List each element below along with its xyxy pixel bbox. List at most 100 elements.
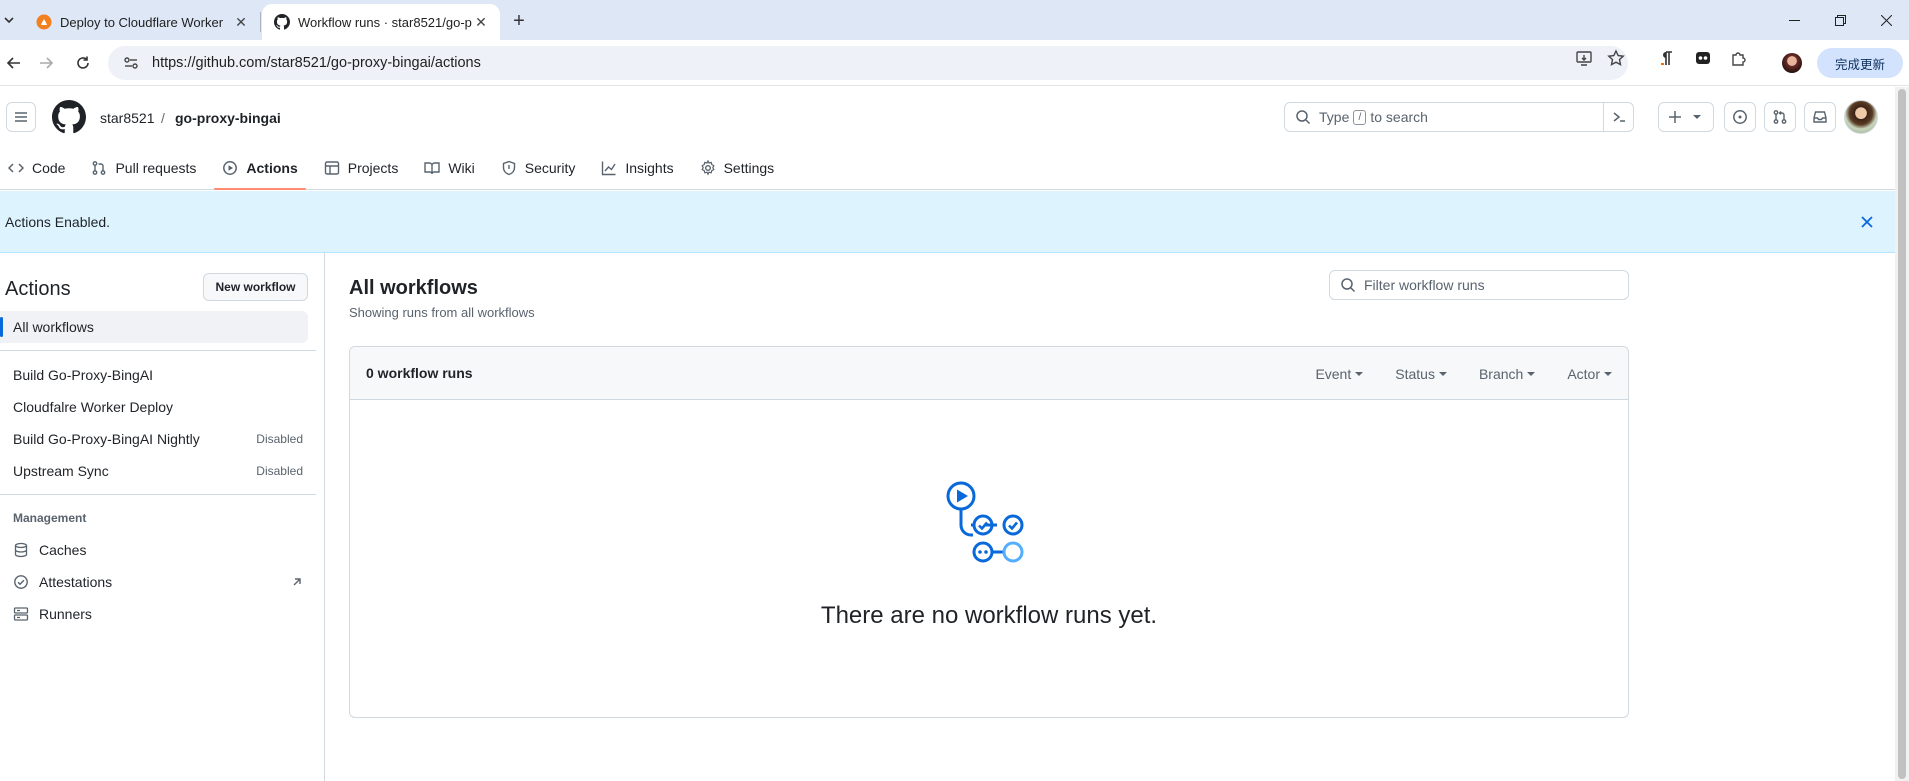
issues-button[interactable] [1724, 102, 1756, 132]
sidebar-divider [0, 494, 316, 495]
book-icon [424, 160, 441, 176]
management-label: Caches [39, 542, 87, 558]
global-search-input[interactable]: Type / to search [1284, 102, 1634, 132]
menu-hamburger-icon[interactable] [6, 102, 36, 132]
tab-search-chevron-icon[interactable] [0, 10, 18, 30]
tab-label: Wiki [448, 159, 475, 176]
github-logo-icon[interactable] [52, 100, 86, 134]
extensions-puzzle-icon[interactable] [1728, 47, 1750, 69]
sidebar-divider [0, 350, 316, 351]
management-label: Runners [39, 606, 92, 622]
caret-down-icon [1527, 371, 1536, 376]
close-tab-icon[interactable]: ✕ [232, 13, 250, 31]
runs-header: 0 workflow runs Event Status Branch Acto… [350, 347, 1628, 400]
close-icon[interactable] [1856, 211, 1878, 233]
sidebar-item-workflow[interactable]: Cloudfalre Worker Deploy [13, 392, 303, 422]
browser-toolbar: https://github.com/star8521/go-proxy-bin… [0, 40, 1909, 86]
sidebar-item-workflow[interactable]: Build Go-Proxy-BingAI [13, 360, 303, 390]
workflow-runs-panel: 0 workflow runs Event Status Branch Acto… [349, 346, 1629, 718]
server-icon [13, 606, 29, 622]
reload-icon[interactable] [69, 49, 97, 77]
browser-profile-avatar[interactable] [1782, 53, 1802, 73]
scrollbar-thumb[interactable] [1898, 89, 1906, 779]
tab-separator [260, 12, 261, 32]
sidebar-item-caches[interactable]: Caches [13, 535, 303, 565]
sidebar-item-workflow[interactable]: Upstream Sync Disabled [13, 456, 303, 486]
filter-label: Actor [1567, 365, 1600, 382]
workflow-name: Upstream Sync [13, 463, 109, 479]
filter-workflow-runs-input[interactable]: Filter workflow runs [1329, 270, 1629, 300]
minimize-window-icon[interactable] [1771, 0, 1817, 40]
workflow-name: Build Go-Proxy-BingAI Nightly [13, 431, 200, 447]
tab-actions[interactable]: Actions [214, 145, 307, 190]
tab-insights[interactable]: Insights [593, 145, 681, 190]
cloudflare-favicon-icon [36, 14, 52, 30]
forward-arrow-icon[interactable] [32, 49, 60, 77]
page-scrollbar[interactable] [1895, 87, 1909, 781]
pilcrow-extension-icon[interactable] [1656, 47, 1678, 69]
repo-name-link[interactable]: go-proxy-bingai [175, 110, 281, 126]
repo-nav: Code Pull requests Actions Projects Wiki… [0, 145, 792, 190]
pull-requests-button[interactable] [1764, 102, 1796, 132]
empty-state: There are no workflow runs yet. [350, 400, 1628, 717]
extension-app-icon[interactable] [1692, 47, 1714, 69]
address-bar[interactable]: https://github.com/star8521/go-proxy-bin… [108, 46, 1628, 80]
inbox-button[interactable] [1804, 102, 1836, 132]
branch-filter-dropdown[interactable]: Branch [1479, 366, 1536, 382]
filter-label: Event [1315, 365, 1352, 382]
status-filter-dropdown[interactable]: Status [1395, 366, 1447, 382]
search-icon [1295, 109, 1311, 125]
empty-state-message: There are no workflow runs yet. [820, 602, 1158, 629]
new-tab-plus-icon[interactable]: + [508, 10, 530, 32]
disabled-badge: Disabled [256, 432, 303, 446]
flash-banner: Actions Enabled. [0, 191, 1895, 253]
create-new-button[interactable] [1658, 102, 1714, 132]
tab-pull-requests[interactable]: Pull requests [83, 145, 204, 190]
github-header: star8521 / go-proxy-bingai Type / to sea… [0, 87, 1895, 190]
graph-icon [601, 160, 617, 176]
git-pull-request-icon [1773, 110, 1787, 124]
caret-down-icon [1438, 371, 1447, 376]
sidebar-item-workflow[interactable]: Build Go-Proxy-BingAI Nightly Disabled [13, 424, 303, 454]
disabled-badge: Disabled [256, 464, 303, 478]
actor-filter-dropdown[interactable]: Actor [1567, 366, 1612, 382]
tab-settings[interactable]: Settings [692, 145, 783, 190]
site-settings-icon[interactable] [116, 55, 146, 71]
workflow-graph-icon [945, 480, 1029, 564]
command-palette-icon[interactable] [1603, 103, 1633, 131]
tab-projects[interactable]: Projects [316, 145, 407, 190]
tab-code[interactable]: Code [0, 145, 73, 190]
browser-tab-deploy[interactable]: Deploy to Cloudflare Worker ✕ [24, 4, 260, 40]
bookmark-star-icon[interactable] [1605, 47, 1627, 69]
plus-icon [1669, 111, 1681, 123]
restore-window-icon[interactable] [1817, 0, 1863, 40]
install-app-icon[interactable] [1573, 47, 1595, 69]
sidebar-item-runners[interactable]: Runners [13, 599, 303, 629]
github-favicon-icon [274, 14, 290, 30]
breadcrumb-separator: / [161, 110, 165, 126]
tab-security[interactable]: Security [493, 145, 584, 190]
close-tab-icon[interactable]: ✕ [472, 13, 490, 31]
sidebar-title: Actions [5, 278, 71, 300]
sidebar-item-attestations[interactable]: Attestations [13, 567, 303, 597]
event-filter-dropdown[interactable]: Event [1315, 365, 1364, 382]
close-window-icon[interactable] [1863, 0, 1909, 40]
user-avatar[interactable] [1844, 100, 1878, 134]
tab-label: Projects [347, 159, 399, 176]
repo-owner-link[interactable]: star8521 [100, 110, 154, 126]
tab-wiki[interactable]: Wiki [416, 145, 482, 190]
browser-tab-workflow-runs[interactable]: Workflow runs · star8521/go-proxy-bingai… [262, 4, 500, 40]
tab-label: Code [32, 159, 66, 176]
page-subtitle: Showing runs from all workflows [349, 305, 535, 320]
sidebar-item-all-workflows[interactable]: All workflows [0, 311, 308, 343]
tab-label: Insights [625, 159, 674, 176]
external-link-arrow-icon [291, 576, 303, 588]
search-placeholder-suffix: to search [1370, 109, 1428, 125]
browser-tab-strip: Deploy to Cloudflare Worker ✕ Workflow r… [0, 0, 1909, 40]
update-browser-button[interactable]: 完成更新 [1817, 48, 1903, 78]
back-arrow-icon[interactable] [0, 49, 28, 77]
pull-request-icon [91, 160, 107, 176]
new-workflow-button[interactable]: New workflow [203, 273, 308, 301]
table-icon [324, 160, 340, 176]
play-icon [222, 160, 238, 176]
